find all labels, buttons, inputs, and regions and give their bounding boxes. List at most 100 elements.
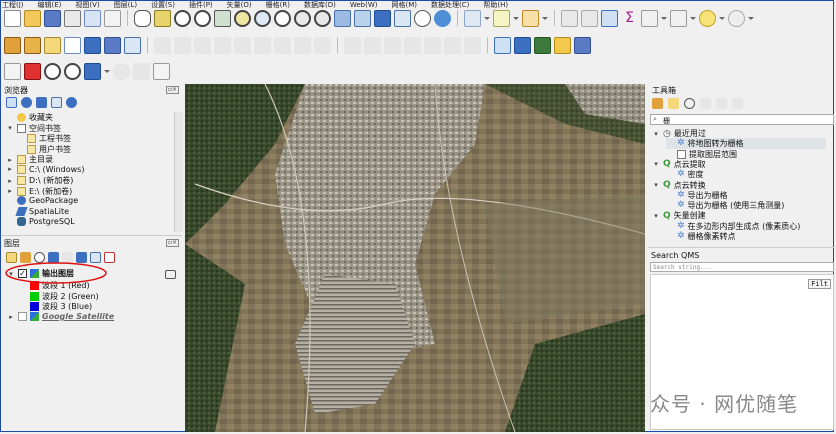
grid-icon[interactable] xyxy=(133,62,150,80)
undo-icon[interactable] xyxy=(294,36,311,54)
qms-icon[interactable] xyxy=(514,36,531,54)
edit-features-icon[interactable] xyxy=(716,97,727,109)
label-tool-icon[interactable] xyxy=(344,36,361,54)
open-project-icon[interactable] xyxy=(24,9,41,27)
layer-indicator-icon[interactable] xyxy=(165,270,176,279)
style-manager-icon[interactable] xyxy=(104,9,121,27)
toolbox-search-input[interactable]: ⌕ 栅 xyxy=(650,114,834,125)
qms-add-icon[interactable] xyxy=(534,36,551,54)
zoom-native-icon[interactable] xyxy=(274,9,291,27)
refresh-icon[interactable] xyxy=(434,9,451,27)
dropdown-arrow-icon[interactable] xyxy=(104,68,110,74)
map-tips-icon[interactable] xyxy=(699,9,716,27)
add-polygon-icon[interactable] xyxy=(84,36,101,54)
digitize-lock-icon[interactable] xyxy=(4,36,21,54)
zoom-in-icon[interactable] xyxy=(174,9,191,27)
zoom-to-layer-icon[interactable] xyxy=(254,9,271,27)
expand-arrow-icon[interactable]: ▸ xyxy=(6,165,14,173)
raster-calc-icon[interactable] xyxy=(4,62,21,80)
new-project-icon[interactable] xyxy=(4,9,21,27)
processing-toolbox-icon[interactable] xyxy=(601,9,618,27)
add-selected-icon[interactable] xyxy=(6,96,17,108)
collapse-arrow-icon[interactable]: ▾ xyxy=(652,160,660,168)
browser-item[interactable]: ▸ E:\ (新加卷) xyxy=(6,186,72,197)
label-rotate-icon[interactable] xyxy=(444,36,461,54)
collapse-arrow-icon[interactable]: ▾ xyxy=(652,181,660,189)
bookmark-icon[interactable] xyxy=(374,9,391,27)
zoom-raster-icon[interactable] xyxy=(44,62,61,80)
digitize-pen-icon[interactable] xyxy=(154,36,171,54)
deselect-features-icon[interactable] xyxy=(522,9,539,27)
browser-item[interactable]: SpatiaLite xyxy=(6,206,69,216)
qms-search-icon[interactable] xyxy=(494,36,511,54)
label-show-icon[interactable] xyxy=(404,36,421,54)
sum-icon[interactable]: Σ xyxy=(621,10,638,27)
delete-selected-icon[interactable] xyxy=(214,36,231,54)
collapse-all-icon[interactable] xyxy=(51,96,62,108)
paste-features-icon[interactable] xyxy=(274,36,291,54)
statistics-icon[interactable] xyxy=(581,9,598,27)
browser-item[interactable]: ▸ 主目录 xyxy=(6,154,53,165)
cut-features-icon[interactable] xyxy=(234,36,251,54)
collapse-arrow-icon[interactable]: ▾ xyxy=(652,130,660,138)
python-console-icon[interactable] xyxy=(554,36,571,54)
filter-icon[interactable] xyxy=(36,96,47,108)
vertex-tool-icon[interactable] xyxy=(44,36,61,54)
attribute-table-icon[interactable] xyxy=(641,9,658,27)
zoom-full-icon[interactable] xyxy=(214,9,231,27)
map-canvas[interactable] xyxy=(185,84,645,432)
expand-arrow-icon[interactable]: ▸ xyxy=(6,177,14,185)
save-project-icon[interactable] xyxy=(44,9,61,27)
expand-arrow-icon[interactable]: ▸ xyxy=(6,187,14,195)
browser-panel-close-icon[interactable]: ▫× xyxy=(166,86,179,94)
temporal-controller-icon[interactable] xyxy=(414,9,431,27)
redo-icon[interactable] xyxy=(314,36,331,54)
measure-icon[interactable] xyxy=(561,9,578,27)
plugin-tool-icon[interactable] xyxy=(153,62,170,80)
properties-icon[interactable] xyxy=(66,96,77,108)
identify-features-icon[interactable] xyxy=(464,9,481,27)
browser-item[interactable]: ▸ D:\ (新加卷) xyxy=(6,175,73,186)
collapse-arrow-icon[interactable]: ▾ xyxy=(6,124,14,132)
models-icon[interactable] xyxy=(652,97,663,109)
georeferencer-icon[interactable] xyxy=(24,62,41,80)
layer-google-satellite[interactable]: ▸ Google Satellite xyxy=(7,312,114,321)
results-icon[interactable] xyxy=(700,97,711,109)
qms-filter-button[interactable]: Filt xyxy=(808,279,831,289)
label-pin-icon[interactable] xyxy=(364,36,381,54)
dropdown-arrow-icon[interactable] xyxy=(484,15,490,21)
show-bookmarks-icon[interactable] xyxy=(394,9,411,27)
digitize-polygon-icon[interactable] xyxy=(174,36,191,54)
browser-item[interactable]: 用户书签 xyxy=(16,144,71,155)
label-move-icon[interactable] xyxy=(424,36,441,54)
browser-item[interactable]: 收藏夹 xyxy=(6,112,53,123)
add-line-icon[interactable] xyxy=(64,36,81,54)
options-wrench-icon[interactable] xyxy=(732,97,743,109)
save-edits-icon[interactable] xyxy=(104,36,121,54)
browser-item[interactable]: ▸ C:\ (Windows) xyxy=(6,164,84,174)
print-layout-icon[interactable] xyxy=(64,9,81,27)
new-map-view-icon[interactable] xyxy=(334,9,351,27)
pan-to-selection-icon[interactable] xyxy=(154,9,171,27)
settings-gear-icon[interactable] xyxy=(728,9,745,27)
select-features-icon[interactable] xyxy=(493,9,510,27)
browser-item[interactable]: 工程书签 xyxy=(16,133,71,144)
browser-item[interactable]: GeoPackage xyxy=(6,196,78,205)
zoom-next-icon[interactable] xyxy=(314,9,331,27)
dropdown-arrow-icon[interactable] xyxy=(513,15,519,21)
help-icon[interactable] xyxy=(574,36,591,54)
qms-search-input[interactable]: Search string... xyxy=(650,262,834,272)
dropdown-arrow-icon[interactable] xyxy=(719,15,725,21)
scripts-icon[interactable] xyxy=(668,97,679,109)
new-3d-map-icon[interactable] xyxy=(354,9,371,27)
histogram-stretch-icon[interactable] xyxy=(84,62,101,80)
dropdown-arrow-icon[interactable] xyxy=(748,15,754,21)
pan-map-icon[interactable] xyxy=(134,9,151,27)
refresh-icon[interactable] xyxy=(21,96,32,108)
expand-arrow-icon[interactable]: ▸ xyxy=(6,156,14,164)
move-feature-icon[interactable] xyxy=(194,36,211,54)
layers-panel-close-icon[interactable]: ▫× xyxy=(166,239,179,247)
edit-pencil-icon[interactable] xyxy=(24,36,41,54)
dropdown-arrow-icon[interactable] xyxy=(542,15,548,21)
copy-features-icon[interactable] xyxy=(254,36,271,54)
